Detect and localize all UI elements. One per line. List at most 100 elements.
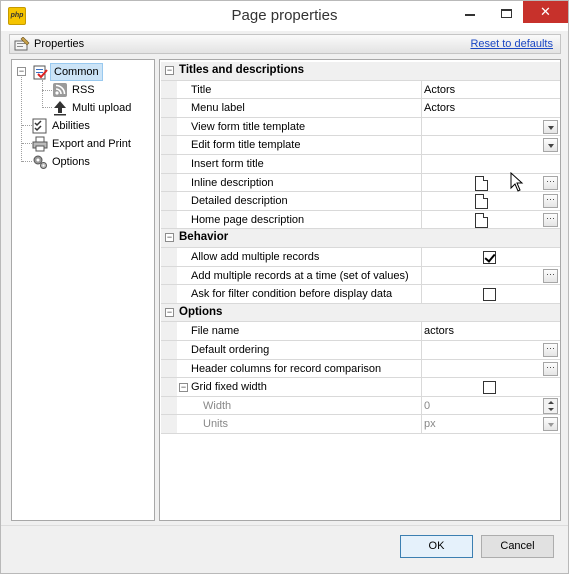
header-columns-edit-button[interactable]: ··· xyxy=(543,361,558,376)
property-row-file-name[interactable]: File name actors xyxy=(161,322,560,341)
chevron-down-icon[interactable] xyxy=(543,417,558,432)
default-ordering-edit-button[interactable]: ··· xyxy=(543,342,558,357)
grid-fixed-width-collapse-toggle[interactable]: − xyxy=(179,383,188,393)
row-gutter xyxy=(161,154,177,173)
property-row-detailed-description[interactable]: Detailed description ··· xyxy=(161,192,560,211)
category-titles-and-descriptions[interactable]: − Titles and descriptions xyxy=(161,62,560,81)
detailed-description-edit-button[interactable]: ··· xyxy=(543,194,558,209)
minimize-icon xyxy=(465,14,475,17)
row-gutter xyxy=(161,80,177,99)
row-gutter xyxy=(161,322,177,340)
property-row-header-columns[interactable]: Header columns for record comparison ··· xyxy=(161,359,560,379)
property-name: Detailed description xyxy=(191,195,288,208)
property-name: Home page description xyxy=(191,213,305,226)
tree-item-label: Export and Print xyxy=(52,138,131,150)
detailed-description-field[interactable]: ··· xyxy=(421,192,560,210)
add-multiple-records-edit-button[interactable]: ··· xyxy=(543,268,558,283)
ok-button[interactable]: OK xyxy=(400,535,473,558)
property-row-units[interactable]: Units px xyxy=(161,415,560,434)
reset-to-defaults-link[interactable]: Reset to defaults xyxy=(470,38,553,50)
menu-label-value-field[interactable]: Actors xyxy=(421,99,560,117)
tree-item-label: Common xyxy=(50,63,103,81)
ask-for-filter-condition-checkbox[interactable] xyxy=(483,288,496,302)
property-row-edit-form-title-template[interactable]: Edit form title template xyxy=(161,136,560,155)
property-row-default-ordering[interactable]: Default ordering ··· xyxy=(161,340,560,360)
properties-header: Properties Reset to defaults xyxy=(9,34,561,54)
home-page-description-edit-button[interactable]: ··· xyxy=(543,212,558,227)
chevron-down-icon[interactable] xyxy=(543,138,558,153)
property-name: Allow add multiple records xyxy=(191,250,320,263)
property-name: Units xyxy=(203,418,229,431)
property-row-add-multiple-records-at-a-time[interactable]: Add multiple records at a time (set of v… xyxy=(161,266,560,286)
category-collapse-toggle[interactable]: − xyxy=(165,66,174,75)
units-select[interactable]: px xyxy=(421,415,560,433)
property-row-view-form-title-template[interactable]: View form title template xyxy=(161,117,560,137)
property-name: View form title template xyxy=(191,120,306,133)
row-gutter xyxy=(161,415,177,433)
width-stepper[interactable]: 0 xyxy=(421,396,560,415)
title-value-field[interactable]: Actors xyxy=(421,80,560,99)
row-gutter xyxy=(161,210,177,229)
property-name: Header columns for record comparison xyxy=(191,362,382,375)
file-name-value-field[interactable]: actors xyxy=(421,322,560,340)
settings-tree: − Common RSS Multi upload Abilities Expo… xyxy=(11,59,155,521)
common-page-icon xyxy=(33,65,48,80)
property-row-title[interactable]: Title Actors xyxy=(161,80,560,100)
tree-item-label: Multi upload xyxy=(72,102,132,114)
allow-add-multiple-records-checkbox[interactable] xyxy=(483,250,496,264)
property-row-grid-fixed-width[interactable]: − Grid fixed width xyxy=(161,378,560,397)
row-gutter xyxy=(161,247,177,266)
inline-description-edit-button[interactable]: ··· xyxy=(543,175,558,190)
insert-form-title-field[interactable] xyxy=(421,154,560,173)
checklist-icon xyxy=(32,118,47,134)
inline-description-field[interactable]: ··· xyxy=(421,173,560,192)
category-collapse-toggle[interactable]: − xyxy=(165,233,174,243)
tree-connector xyxy=(22,143,32,144)
grid-fixed-width-cell xyxy=(421,378,560,396)
home-page-description-field[interactable]: ··· xyxy=(421,210,560,229)
edit-form-title-template-select[interactable] xyxy=(421,136,560,154)
property-row-menu-label[interactable]: Menu label Actors xyxy=(161,99,560,118)
tree-connector xyxy=(42,80,43,108)
property-row-insert-form-title[interactable]: Insert form title xyxy=(161,154,560,174)
grid-fixed-width-checkbox[interactable] xyxy=(483,381,496,395)
close-button[interactable]: ✕ xyxy=(523,1,568,23)
page-properties-dialog: php Page properties ✕ Properties Reset t… xyxy=(0,0,569,574)
default-ordering-field[interactable]: ··· xyxy=(421,340,560,359)
header-columns-field[interactable]: ··· xyxy=(421,359,560,378)
property-row-allow-add-multiple-records[interactable]: Allow add multiple records xyxy=(161,247,560,267)
spinner-arrows-icon[interactable] xyxy=(543,397,558,414)
cancel-button[interactable]: Cancel xyxy=(481,535,554,558)
property-name: Default ordering xyxy=(191,343,270,356)
property-grid: − Titles and descriptions Title Actors M… xyxy=(159,59,561,521)
add-multiple-records-field[interactable]: ··· xyxy=(421,266,560,285)
tree-item-label: Abilities xyxy=(52,120,90,132)
property-row-home-page-description[interactable]: Home page description ··· xyxy=(161,210,560,230)
minimize-button[interactable] xyxy=(456,1,484,23)
view-form-title-template-select[interactable] xyxy=(421,117,560,136)
chevron-down-icon[interactable] xyxy=(543,119,558,134)
tree-connector xyxy=(42,107,52,108)
gears-icon xyxy=(33,155,47,169)
document-icon xyxy=(475,212,488,228)
common-collapse-toggle[interactable]: − xyxy=(17,67,26,76)
maximize-icon xyxy=(500,8,512,18)
row-gutter xyxy=(161,117,177,136)
property-row-inline-description[interactable]: Inline description ··· xyxy=(161,173,560,193)
property-value: Actors xyxy=(424,83,456,96)
property-name: Add multiple records at a time (set of v… xyxy=(191,269,409,282)
category-options[interactable]: − Options xyxy=(161,303,560,323)
property-value: Actors xyxy=(424,102,456,115)
category-behavior[interactable]: − Behavior xyxy=(161,229,560,248)
category-label: Options xyxy=(179,305,223,318)
row-gutter xyxy=(161,266,177,285)
property-name: Ask for filter condition before display … xyxy=(191,288,393,301)
category-collapse-toggle[interactable]: − xyxy=(165,307,174,317)
property-row-ask-for-filter-condition[interactable]: Ask for filter condition before display … xyxy=(161,285,560,304)
footer-divider xyxy=(1,525,568,526)
row-gutter xyxy=(161,192,177,210)
maximize-button[interactable] xyxy=(492,1,520,23)
ask-for-filter-condition-cell xyxy=(421,285,560,303)
property-row-width[interactable]: Width 0 xyxy=(161,396,560,416)
row-gutter xyxy=(161,173,177,192)
